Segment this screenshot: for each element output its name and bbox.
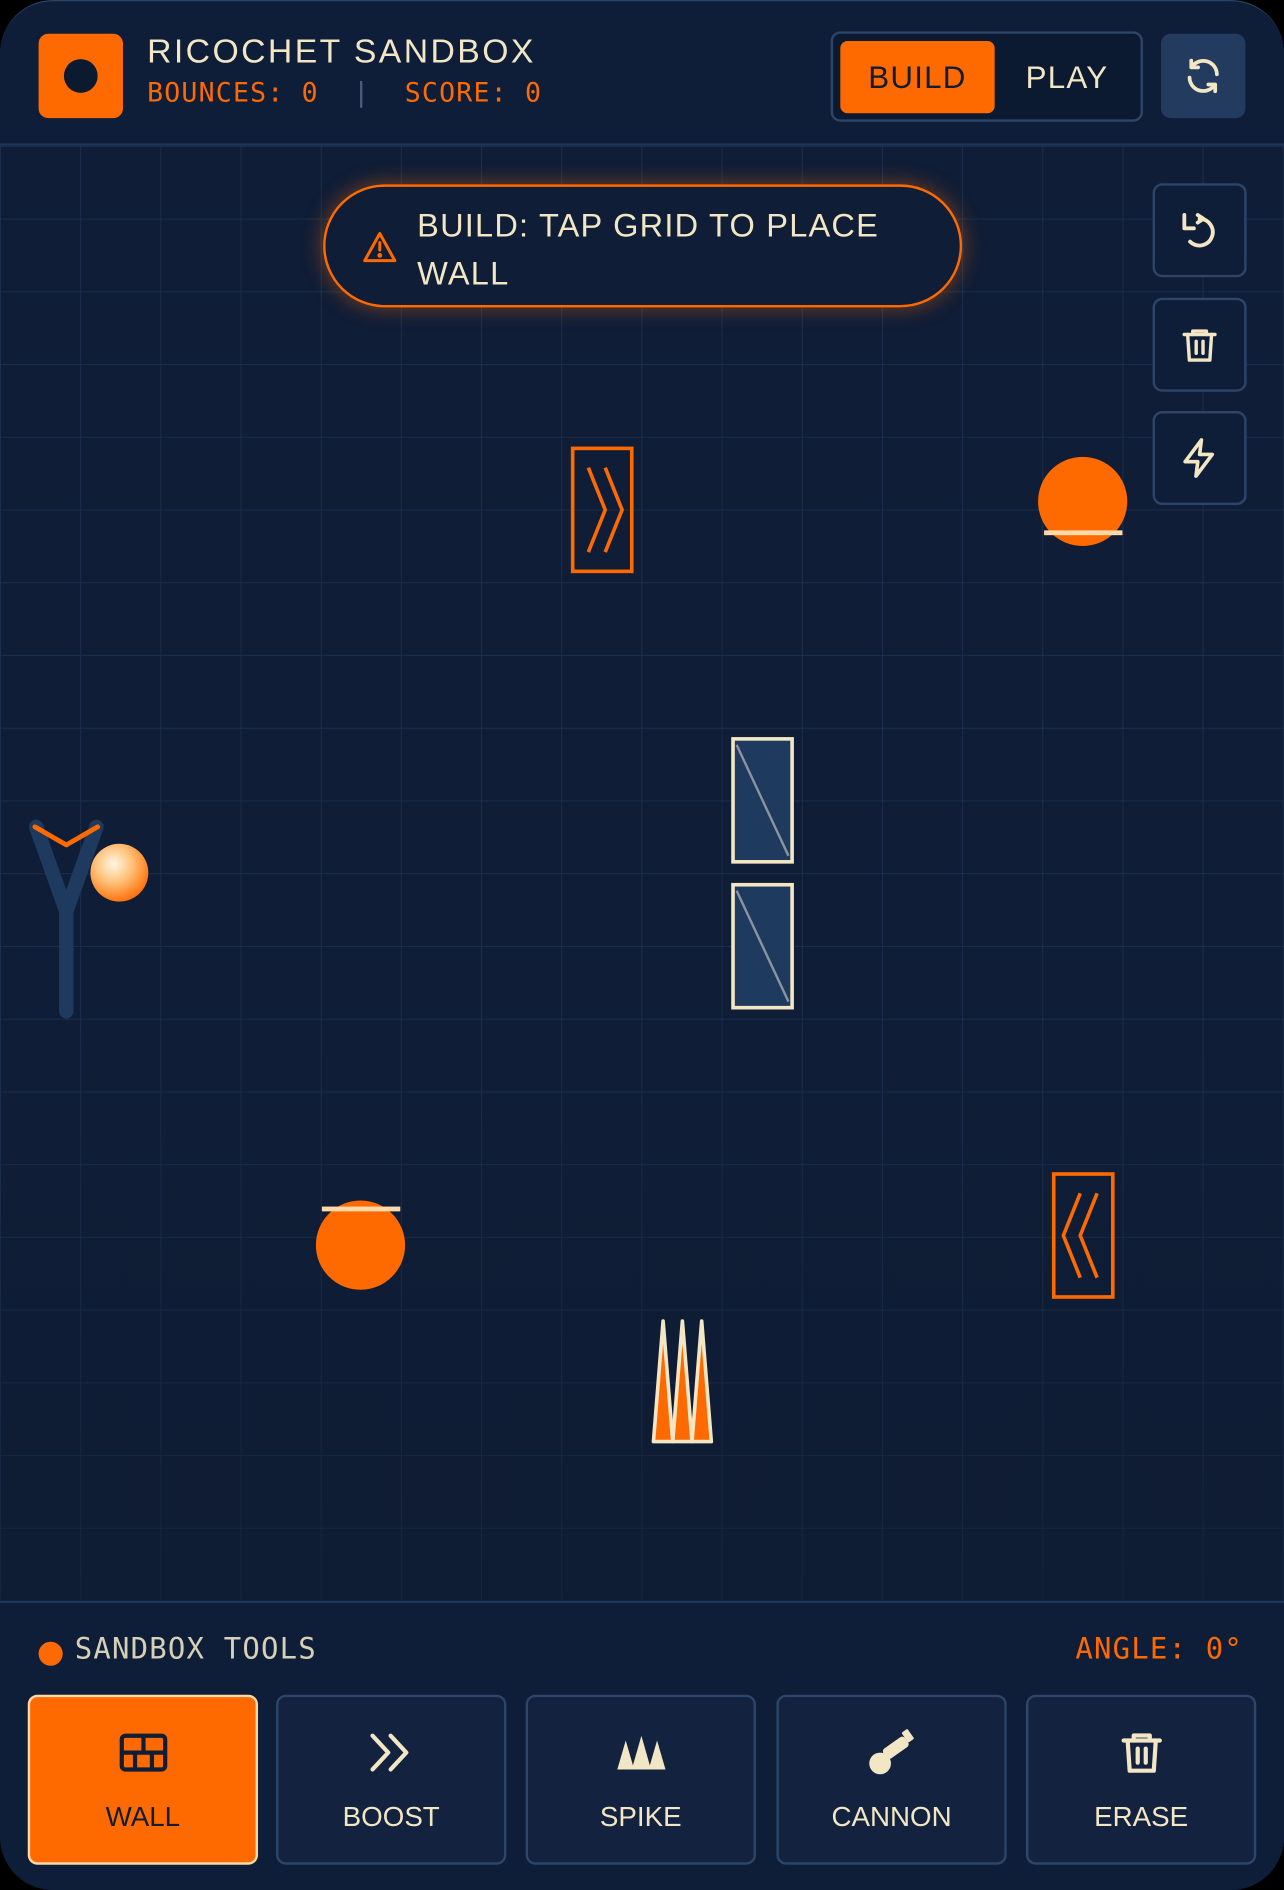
score-readout: BOUNCES: 0 | SCORE: 0 [147,78,542,108]
trash-icon [1182,329,1217,362]
tool-spike[interactable]: SPIKE [525,1694,756,1865]
game-objects [28,446,1128,1444]
game-title: RICOCHET SANDBOX [147,32,536,70]
delete-button[interactable] [1152,297,1247,392]
build-mode-button[interactable]: BUILD [840,40,995,114]
power-button[interactable] [1152,411,1247,506]
reset-button[interactable] [1161,33,1246,119]
spike-trap[interactable] [651,1319,714,1444]
tool-erase[interactable]: ERASE [1025,1694,1257,1865]
double-chevron-icon [369,1733,408,1772]
spike-icon [616,1735,665,1770]
angle-value: 0° [1205,1632,1244,1666]
tools-title: SANDBOX TOOLS [74,1632,317,1666]
wall-block-lower[interactable] [731,882,794,1010]
bounces-value: 0 [301,78,319,109]
tool-boost-label: BOOST [342,1800,440,1833]
score-label: SCORE: [404,78,508,109]
stats-separator: | [353,78,371,109]
tool-boost[interactable]: BOOST [276,1694,507,1865]
header-bar: RICOCHET SANDBOX BOUNCES: 0 | SCORE: 0 B… [0,0,1284,146]
ball[interactable] [90,843,149,902]
mode-toggle: BUILD PLAY [830,31,1144,122]
tool-wall-label: WALL [105,1800,181,1833]
boost-pad-left[interactable] [1051,1172,1115,1299]
boost-pad-right[interactable] [570,446,634,574]
wall-block-upper[interactable] [731,737,794,864]
angle-label: ANGLE: [1075,1632,1188,1666]
logo-dot [63,59,98,93]
bumper-bottom-left[interactable] [315,1200,406,1290]
warning-triangle-icon [363,232,397,263]
trash-icon [1120,1733,1162,1773]
tool-erase-label: ERASE [1094,1800,1189,1833]
play-mode-button[interactable]: PLAY [990,41,1144,113]
rotate-button[interactable] [1152,183,1247,278]
refresh-icon [1187,58,1219,94]
cannon-icon [868,1729,914,1775]
tool-cannon-label: CANNON [831,1800,952,1833]
rotate-icon [1182,213,1215,248]
game-grid[interactable]: BUILD: TAP GRID TO PLACE WALL [0,145,1284,1601]
tool-wall[interactable]: WALL [27,1694,259,1865]
angle-readout: ANGLE: 0° [1075,1632,1243,1666]
tool-spike-label: SPIKE [599,1800,682,1833]
app-logo [38,33,123,119]
build-hint-banner: BUILD: TAP GRID TO PLACE WALL [323,184,963,308]
lightning-icon [1183,438,1215,478]
slingshot-launcher[interactable] [28,819,104,1019]
bumper-top-right[interactable] [1038,456,1128,547]
tool-cannon[interactable]: CANNON [776,1694,1007,1865]
score-value: 0 [524,78,543,109]
bounces-label: BOUNCES: [147,78,285,109]
banner-text: BUILD: TAP GRID TO PLACE WALL [417,207,880,292]
wall-icon [119,1733,167,1772]
status-dot [38,1641,63,1666]
tools-panel: SANDBOX TOOLS ANGLE: 0° WALL BOOST SPIKE… [0,1600,1284,1890]
game-frame: RICOCHET SANDBOX BOUNCES: 0 | SCORE: 0 B… [0,0,1284,1890]
